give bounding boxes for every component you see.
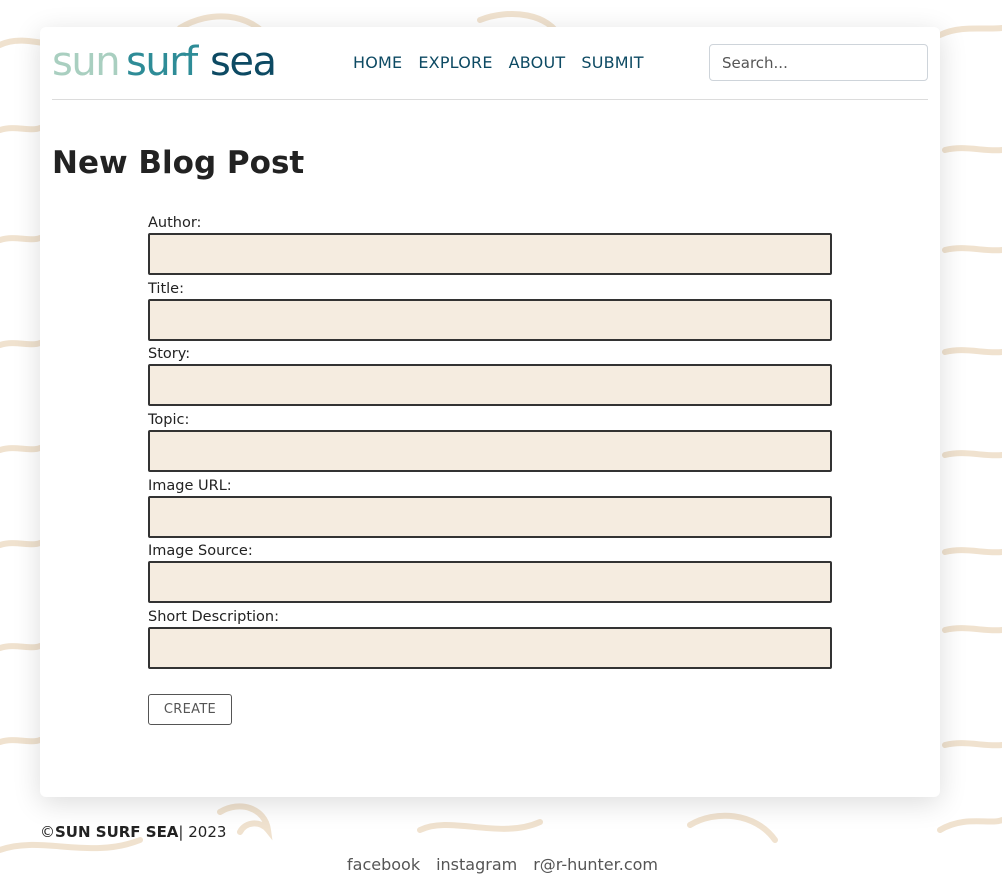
sun-surf-sea-logo[interactable]: sun surf sea	[52, 37, 282, 87]
main-card: sun surf sea HOME EXPLORE ABOUT SUBMIT N…	[40, 27, 940, 797]
nav-about[interactable]: ABOUT	[509, 53, 566, 72]
image-url-field-group: Image URL:	[148, 476, 832, 542]
image-url-input[interactable]	[148, 495, 832, 538]
facebook-link[interactable]: facebook	[347, 855, 420, 874]
story-input[interactable]	[148, 364, 832, 407]
site-header: sun surf sea HOME EXPLORE ABOUT SUBMIT	[52, 27, 928, 100]
story-label: Story:	[148, 346, 191, 363]
search-input[interactable]	[709, 44, 928, 81]
email-link[interactable]: r@r-hunter.com	[533, 855, 658, 874]
footer-brand: SUN SURF SEA	[55, 823, 179, 841]
story-field-group: Story:	[148, 344, 832, 410]
image-source-field-group: Image Source:	[148, 541, 832, 607]
logo-word-sun: sun	[52, 39, 119, 85]
nav-explore[interactable]: EXPLORE	[418, 53, 492, 72]
footer-copyright: ©SUN SURF SEA| 2023	[40, 823, 226, 841]
instagram-link[interactable]: instagram	[436, 855, 517, 874]
logo-word-sea: sea	[210, 39, 275, 85]
page-title: New Blog Post	[52, 145, 305, 181]
create-button[interactable]: CREATE	[148, 694, 232, 725]
short-description-label: Short Description:	[148, 609, 279, 626]
short-description-input[interactable]	[148, 627, 832, 670]
image-source-label: Image Source:	[148, 543, 253, 560]
footer-links: facebook instagram r@r-hunter.com	[347, 855, 658, 874]
topic-input[interactable]	[148, 430, 832, 473]
author-label: Author:	[148, 215, 202, 231]
copyright-symbol: ©	[40, 823, 55, 841]
author-field-group: Author:	[148, 213, 832, 279]
nav-home[interactable]: HOME	[353, 53, 402, 72]
title-field-group: Title:	[148, 279, 832, 345]
logo-word-surf: surf	[126, 39, 199, 85]
image-source-input[interactable]	[148, 561, 832, 604]
footer-year: | 2023	[178, 823, 227, 841]
title-input[interactable]	[148, 298, 832, 341]
nav-submit[interactable]: SUBMIT	[581, 53, 643, 72]
author-input[interactable]	[148, 233, 832, 275]
topic-field-group: Topic:	[148, 410, 832, 476]
topic-label: Topic:	[148, 412, 190, 429]
new-post-form: Author: Title: Story: Topic: Image URL: …	[148, 213, 832, 673]
title-label: Title:	[148, 280, 184, 297]
short-description-field-group: Short Description:	[148, 607, 832, 673]
main-nav: HOME EXPLORE ABOUT SUBMIT	[353, 53, 644, 72]
image-url-label: Image URL:	[148, 477, 232, 494]
